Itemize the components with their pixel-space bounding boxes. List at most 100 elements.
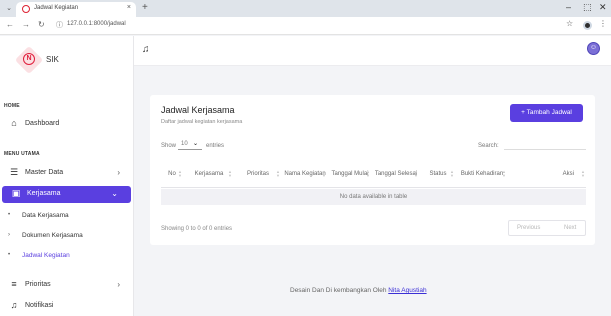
sidebar-item-dashboard[interactable]: ⌂ Dashboard [0, 116, 133, 133]
entries-label: entries [206, 143, 225, 149]
column-header-kerjasama[interactable]: Kerjasama ▲ ▼ [185, 160, 233, 188]
sidebar-item-master-data[interactable]: ☰ Master Data › [0, 165, 133, 182]
briefcase-icon: ▣ [11, 188, 21, 198]
url-text: 127.0.0.1:8000/jadwal [67, 21, 126, 27]
column-label: No [168, 171, 176, 177]
section-home-label: HOME [4, 103, 20, 109]
close-window-icon[interactable]: ✕ [599, 2, 607, 13]
add-jadwal-button[interactable]: + Tambah Jadwal [510, 104, 583, 122]
sidebar-subitem-dokumen-kerjasama[interactable]: › Dokumen Kerjasama [0, 229, 133, 243]
column-label: Tanggal Selesai [374, 171, 418, 177]
footer: Desain Dan Di kembangkan Oleh Nita Agust… [290, 287, 427, 294]
footer-author-link[interactable]: Nita Agustiah [388, 287, 426, 294]
chevron-down-icon: ⌄ [111, 189, 118, 198]
sidebar-item-prioritas[interactable]: ≡ Prioritas › [0, 277, 133, 294]
new-tab-button[interactable]: + [142, 2, 148, 13]
pagination: Previous Next [508, 220, 586, 236]
back-icon[interactable]: ← [6, 20, 14, 29]
bullet-icon: • [8, 212, 11, 218]
bullet-icon: • [8, 252, 11, 258]
sort-icon: ▲ ▼ [502, 169, 506, 178]
sort-icon: ▲ ▼ [450, 169, 454, 178]
topbar: ♫ ☺ [134, 36, 611, 66]
maximize-icon[interactable]: ⬚ [583, 2, 592, 13]
favicon-icon [22, 5, 30, 13]
url-field[interactable]: ⓘ 127.0.0.1:8000/jadwal [56, 19, 536, 32]
jadwal-card: Jadwal Kerjasama Daftar jadwal kegiatan … [150, 95, 595, 245]
database-icon: ☰ [9, 167, 19, 177]
table-info: Showing 0 to 0 of 0 entries [161, 226, 233, 232]
footer-text: Desain Dan Di kembangkan Oleh [290, 287, 387, 294]
sort-icon: ▲ ▼ [178, 169, 182, 178]
page-title: Jadwal Kerjasama [161, 105, 235, 115]
column-label: Tanggal Mulai [331, 171, 369, 177]
column-label: Prioritas [246, 171, 269, 177]
notification-bell-icon[interactable]: ♫ [142, 44, 150, 55]
browser-tab-bar: ⌄ Jadwal Kegiatan × + – ⬚ ✕ [0, 0, 611, 17]
column-label: Status [429, 171, 447, 177]
sidebar-item-label: Prioritas [25, 281, 51, 288]
next-page-button[interactable]: Next [564, 225, 576, 231]
sidebar-item-label: Notifikasi [25, 302, 54, 309]
home-icon: ⌂ [11, 118, 17, 128]
chevron-right-icon: › [8, 232, 10, 238]
reload-icon[interactable]: ↻ [38, 20, 45, 29]
column-label: Kerjasama [194, 171, 224, 177]
page-subtitle: Daftar jadwal kegiatan kerjasama [161, 119, 243, 125]
forward-icon[interactable]: → [22, 20, 30, 29]
browser-tab[interactable]: Jadwal Kegiatan × [16, 2, 136, 17]
column-header-tanggal-selesai[interactable]: Tanggal Selesai ▲ ▼ [373, 160, 419, 188]
tab-close-icon[interactable]: × [127, 4, 131, 11]
user-avatar[interactable]: ☺ [587, 42, 600, 55]
sidebar-item-label: Master Data [25, 169, 64, 176]
sort-icon: ▲ ▼ [366, 169, 370, 178]
bookmark-star-icon[interactable]: ☆ [566, 19, 573, 28]
sort-icon: ▲ ▼ [414, 169, 418, 178]
sidebar-item-notifikasi[interactable]: ♫ Notifikasi [0, 298, 133, 315]
sidebar-subitem-label: Data Kerjasama [22, 212, 69, 219]
sidebar-subitem-label: Jadwal Kegiatan [22, 252, 70, 259]
sort-icon: ▲ ▼ [276, 169, 280, 178]
sort-icon: ▲ ▼ [581, 169, 585, 178]
profile-avatar-icon[interactable] [583, 21, 592, 30]
bell-icon: ♫ [10, 300, 18, 310]
sort-icon: ▲ ▼ [228, 169, 232, 178]
sidebar-subitem-data-kerjasama[interactable]: • Data Kerjasama [0, 209, 133, 223]
table-empty-row: No data available in table [161, 189, 586, 205]
browser-menu-icon[interactable]: ⋮ [599, 19, 607, 28]
chevron-right-icon: › [117, 280, 120, 289]
column-header-prioritas[interactable]: Prioritas ▲ ▼ [235, 160, 281, 188]
chevron-right-icon: › [117, 168, 120, 177]
previous-page-button[interactable]: Previous [517, 225, 540, 231]
table-header: No ▲ ▼ Kerjasama ▲ ▼ Prioritas ▲ ▼ Nama Kegiat… [161, 160, 586, 188]
column-label: Aksi [562, 171, 574, 177]
column-header-bukti-kehadiran[interactable]: Bukti Kehadiran ▲ ▼ [457, 160, 507, 188]
section-menu-label: MENU UTAMA [4, 151, 40, 157]
brand-name: SIK [46, 55, 59, 64]
column-label: Nama Kegiatan [284, 171, 326, 177]
search-input[interactable] [504, 138, 586, 150]
sidebar-item-kerjasama[interactable]: ▣ Kerjasama ⌄ [2, 186, 131, 203]
entries-length-select[interactable]: 10 ⌄ [178, 140, 202, 150]
tab-title: Jadwal Kegiatan [34, 5, 79, 11]
site-info-icon[interactable]: ⓘ [56, 20, 63, 30]
sidebar-item-label: Kerjasama [27, 190, 61, 197]
minimize-icon[interactable]: – [566, 2, 571, 12]
address-bar: ← → ↻ ⓘ 127.0.0.1:8000/jadwal ☆ ⋮ [0, 17, 611, 35]
sidebar-subitem-label: Dokumen Kerjasama [22, 232, 83, 239]
column-header-aksi[interactable]: Aksi ▲ ▼ [509, 160, 586, 188]
column-header-tanggal-mulai[interactable]: Tanggal Mulai ▲ ▼ [329, 160, 371, 188]
list-icon: ≡ [11, 279, 17, 289]
sidebar-item-label: Dashboard [25, 120, 60, 127]
show-label: Show [161, 143, 177, 149]
sidebar: N SIK HOME ⌂ Dashboard MENU UTAMA ☰ Mast… [0, 36, 134, 316]
column-header-status[interactable]: Status ▲ ▼ [421, 160, 455, 188]
column-header-nama-kegiatan[interactable]: Nama Kegiatan ▲ ▼ [283, 160, 327, 188]
tab-list-chevron-icon[interactable]: ⌄ [4, 3, 14, 14]
column-header-no[interactable]: No ▲ ▼ [161, 160, 183, 188]
search-label: Search: [478, 143, 499, 149]
chevron-down-icon: ⌄ [193, 141, 199, 147]
column-label: Bukti Kehadiran [460, 171, 504, 177]
sort-icon: ▲ ▼ [322, 169, 326, 178]
sidebar-subitem-jadwal-kegiatan[interactable]: • Jadwal Kegiatan [0, 249, 133, 263]
